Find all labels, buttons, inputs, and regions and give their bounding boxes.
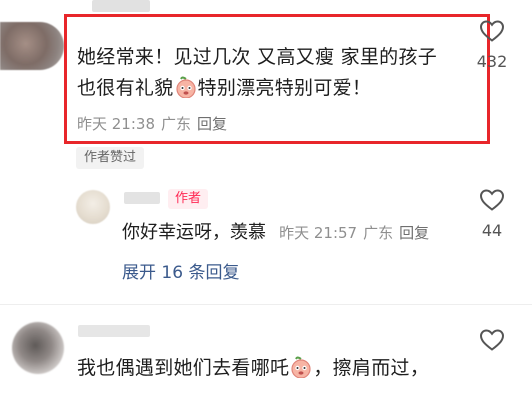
reply-avatar[interactable] (76, 190, 110, 224)
divider (0, 304, 532, 305)
reply-like-button[interactable] (479, 188, 505, 216)
like-count: 432 (476, 52, 508, 71)
second-like-button[interactable] (479, 328, 505, 356)
heart-outline-icon (479, 189, 505, 211)
heart-outline-icon (479, 329, 505, 351)
reply-like-count: 44 (481, 221, 503, 240)
reply-location: 广东 (363, 224, 394, 242)
second-commenter-name-blurred[interactable] (78, 325, 150, 337)
comment-line-2-start: 也很有礼貌 (77, 77, 174, 99)
peach-face-emoji-icon (174, 76, 198, 108)
expand-replies-link[interactable]: 展开 16 条回复 (122, 258, 239, 283)
author-liked-badge: 作者赞过 (76, 147, 145, 169)
author-tag: 作者 (168, 189, 209, 209)
reply-meta: 昨天 21:57 广东 回复 (279, 224, 435, 242)
peach-face-emoji-icon (289, 356, 313, 388)
comment-location: 广东 (161, 115, 192, 133)
comment-line-2: 也很有礼貌 特别漂亮特别可爱！ (77, 73, 477, 108)
comment-line-2-end: 特别漂亮特别可爱！ (197, 77, 372, 99)
comment-reply-button[interactable]: 回复 (197, 115, 227, 133)
reply-time: 昨天 21:57 (279, 224, 358, 242)
comment-body[interactable]: 她经常来！见过几次 又高又瘦 家里的孩子 也很有礼貌 特别漂亮特别可爱！ (77, 42, 477, 108)
second-comment-end: ，擦肩而过， (313, 357, 430, 379)
reply-row[interactable]: 你好幸运呀，羡慕 昨天 21:57 广东 回复 (122, 218, 435, 244)
second-comment-body[interactable]: 我也偶遇到她们去看哪吒 ，擦肩而过， (77, 353, 429, 388)
comment-time: 昨天 21:38 (77, 115, 155, 133)
heart-outline-icon (479, 20, 505, 42)
commenter-avatar[interactable] (0, 22, 64, 70)
second-comment-start: 我也偶遇到她们去看哪吒 (77, 357, 290, 379)
comment-line-1: 她经常来！见过几次 又高又瘦 家里的孩子 (77, 46, 438, 68)
reply-name-blurred[interactable] (124, 192, 160, 204)
comment-meta: 昨天 21:38 广东 回复 (77, 113, 233, 134)
like-button[interactable] (479, 19, 505, 47)
commenter-name-blurred[interactable] (92, 0, 150, 12)
second-commenter-avatar[interactable] (12, 322, 64, 374)
reply-reply-button[interactable]: 回复 (399, 224, 429, 242)
reply-text: 你好幸运呀，羡慕 (122, 222, 266, 243)
